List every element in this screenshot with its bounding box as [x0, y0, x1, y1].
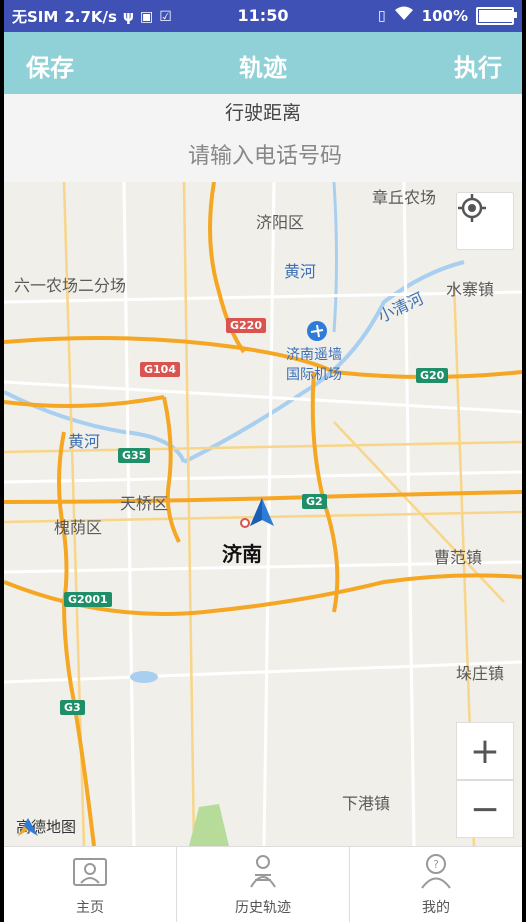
title-bar: 保存 轨迹 执行	[4, 32, 522, 94]
map-label-tianqiao: 天桥区	[120, 494, 169, 513]
zoom-out-button[interactable]: −	[456, 780, 514, 838]
status-bar: 无SIM 2.7K/s ψ ▣ ☑ 11:50 ▯ 100%	[4, 0, 522, 32]
info-panel: 行驶距离	[4, 94, 522, 182]
map-label-zhangqiu: 章丘农场	[372, 188, 437, 207]
map-label-duozhuang: 垛庄镇	[456, 664, 505, 683]
amap-logo: 高德地图	[16, 816, 76, 837]
map-label-huaiyin: 槐荫区	[54, 518, 103, 537]
battery-percent: 100%	[421, 7, 468, 25]
svg-text:?: ?	[433, 858, 439, 871]
tab-history-label: 历史轨迹	[235, 900, 291, 916]
map-label-yellow-river-north: 黄河	[284, 262, 317, 281]
zoom-in-button[interactable]: +	[456, 722, 514, 780]
map-label-caofan: 曹范镇	[434, 548, 483, 567]
tab-home-label: 主页	[76, 900, 104, 916]
driving-distance-label: 行驶距离	[224, 102, 301, 124]
map-label-airport-line1: 济南遥墙	[286, 347, 342, 363]
road-shield-g20: G20	[416, 368, 449, 383]
tab-home[interactable]: 主页	[4, 847, 177, 922]
road-shield-g35: G35	[118, 448, 151, 463]
vibrate-icon: ▯	[377, 8, 386, 24]
map-view[interactable]: 章丘农场 济阳区 黄河 六一农场二分场 水寨镇 小清河 济南遥墙 国际机场 黄河…	[4, 182, 522, 846]
map-label-yellow-river-west: 黄河	[68, 432, 101, 451]
map-label-jinan: 济南	[222, 542, 262, 566]
map-label-xiagang: 下港镇	[342, 794, 391, 813]
locate-button[interactable]	[456, 192, 514, 250]
bottom-tab-bar: 主页 历史轨迹 ? 我的	[4, 846, 522, 922]
wifi-icon	[394, 6, 414, 26]
home-icon	[70, 851, 110, 891]
history-icon	[243, 851, 283, 891]
road-shield-g220: G220	[226, 318, 266, 333]
road-shield-g104: G104	[140, 362, 180, 377]
road-shield-g3: G3	[60, 700, 85, 715]
map-label-jiyang: 济阳区	[256, 213, 305, 232]
map-label-liuyi: 六一农场二分场	[14, 276, 127, 295]
road-shield-g2: G2	[302, 494, 327, 509]
phone-input[interactable]	[4, 138, 522, 174]
tab-profile-label: 我的	[422, 900, 450, 916]
map-label-shuizhai: 水寨镇	[446, 280, 495, 299]
amap-logo-icon	[18, 818, 38, 836]
app-screen: 无SIM 2.7K/s ψ ▣ ☑ 11:50 ▯ 100% 保存 轨迹 执行 …	[4, 0, 522, 922]
road-shield-g2001: G2001	[64, 592, 112, 607]
page-title: 轨迹	[239, 54, 287, 82]
map-label-airport-line2: 国际机场	[286, 367, 342, 383]
profile-icon: ?	[416, 851, 456, 891]
execute-button[interactable]: 执行	[454, 48, 502, 83]
tab-profile[interactable]: ? 我的	[350, 847, 522, 922]
tab-history[interactable]: 历史轨迹	[177, 847, 350, 922]
battery-icon	[476, 7, 517, 25]
